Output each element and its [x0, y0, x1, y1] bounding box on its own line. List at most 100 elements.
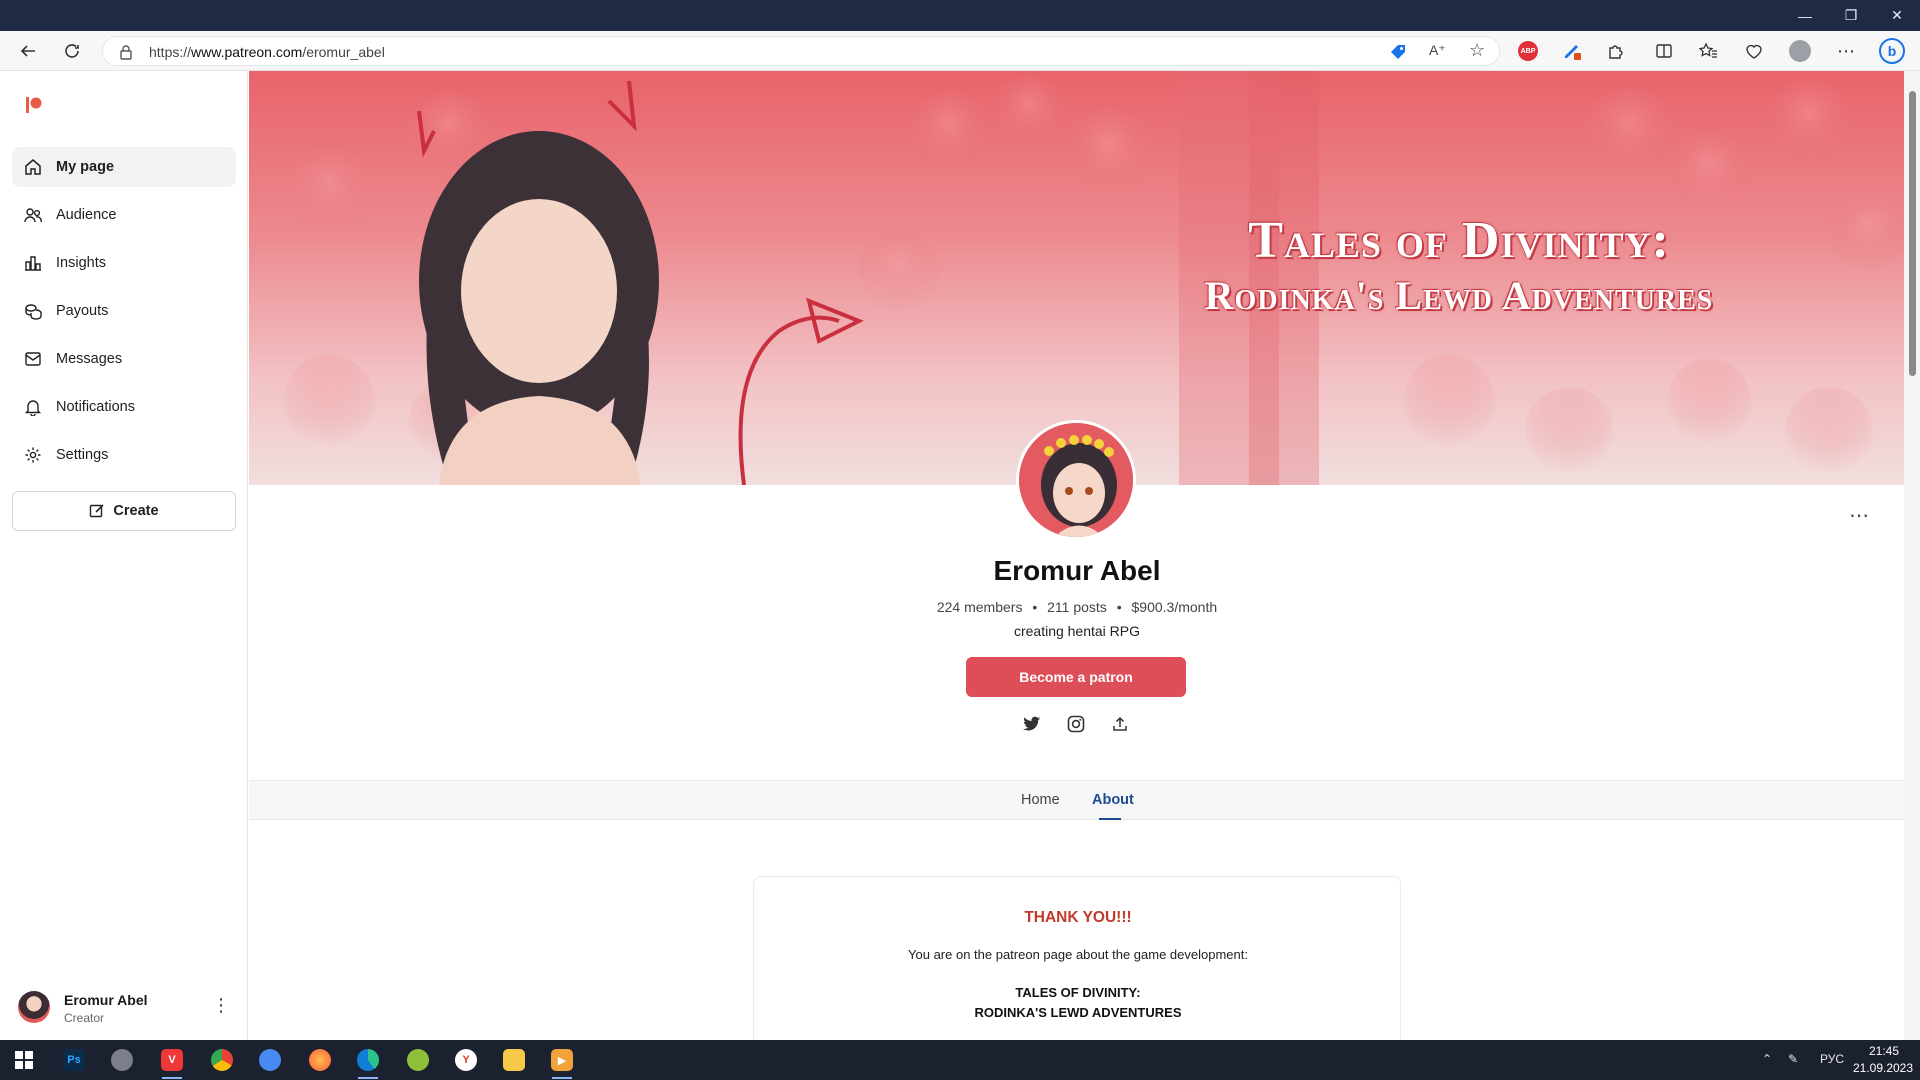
vivaldi-icon[interactable]: V: [152, 1044, 192, 1079]
clock-time[interactable]: 21:45: [1864, 1044, 1904, 1058]
clock-date[interactable]: 21.09.2023: [1848, 1061, 1918, 1075]
active-tab-indicator: [1099, 818, 1121, 820]
extension-pen-icon[interactable]: [1558, 37, 1586, 65]
sidebar-item-label: Settings: [56, 447, 109, 463]
mail-icon: [25, 352, 41, 366]
tray-chevron-icon[interactable]: ⌃: [1762, 1052, 1772, 1066]
edit-icon: [90, 504, 104, 518]
share-icon[interactable]: [1109, 713, 1131, 735]
favorite-star-icon[interactable]: ☆: [1469, 40, 1485, 61]
banner-title-line1: Tales of Divinity:: [1248, 212, 1670, 269]
minimize-button[interactable]: —: [1782, 0, 1828, 31]
sidebar-item-label: My page: [56, 159, 115, 175]
gear-icon: [25, 447, 41, 463]
tag-icon[interactable]: [1389, 43, 1407, 66]
sidebar-item-insights[interactable]: Insights: [12, 243, 236, 283]
coins-icon: [25, 304, 42, 320]
more-options-icon[interactable]: ⋯: [1832, 37, 1860, 65]
windows-start-icon[interactable]: [4, 1044, 44, 1076]
tor-browser-icon[interactable]: [102, 1044, 142, 1076]
creator-avatar[interactable]: [1016, 420, 1136, 540]
about-card: THANK YOU!!! You are on the patreon page…: [753, 876, 1401, 1040]
patreon-logo-icon[interactable]: [26, 97, 42, 113]
app-globe-icon[interactable]: [398, 1044, 438, 1076]
bell-icon: [24, 400, 42, 416]
chrome-icon[interactable]: [202, 1044, 242, 1076]
tab-home[interactable]: Home: [1021, 792, 1060, 808]
creator-sidebar: My page Audience Insights Payouts Messag…: [0, 71, 248, 1040]
about-game-title-line2: RODINKA'S LEWD ADVENTURES: [974, 1005, 1182, 1020]
sidebar-item-label: Notifications: [56, 399, 135, 415]
creator-page: Tales of Divinity: Rodinka's Lewd Advent…: [249, 71, 1904, 1040]
sidebar-item-label: Audience: [56, 207, 117, 223]
page-scrollbar[interactable]: [1904, 71, 1920, 1040]
pen-tray-icon[interactable]: ✎: [1788, 1052, 1798, 1066]
photoshop-icon[interactable]: Ps: [54, 1044, 94, 1076]
firefox-icon[interactable]: [300, 1044, 340, 1076]
user-role: Creator: [64, 1011, 105, 1025]
chromium-icon[interactable]: [250, 1044, 290, 1076]
profile-avatar-icon[interactable]: [1786, 37, 1814, 65]
sidebar-item-payouts[interactable]: Payouts: [12, 291, 236, 331]
members-count: 224 members: [936, 599, 1023, 615]
close-window-button[interactable]: ✕: [1874, 0, 1920, 31]
scroll-thumb[interactable]: [1909, 91, 1916, 376]
sidebar-item-label: Messages: [56, 351, 123, 367]
extensions-puzzle-icon[interactable]: [1602, 37, 1630, 65]
file-explorer-icon[interactable]: [494, 1044, 534, 1076]
tab-about[interactable]: About: [1092, 792, 1134, 808]
sidebar-item-messages[interactable]: Messages: [12, 339, 236, 379]
address-bar[interactable]: https://www.patreon.com/eromur_abel A⁺ ☆: [102, 36, 1500, 66]
language-indicator[interactable]: РУС: [1820, 1052, 1844, 1066]
instagram-icon[interactable]: [1065, 713, 1087, 735]
stat-separator: •: [1116, 599, 1122, 615]
url-text[interactable]: https://www.patreon.com/eromur_abel: [149, 44, 385, 60]
more-options-icon[interactable]: ⋯: [1849, 503, 1870, 528]
banner-title: Tales of Divinity: Rodinka's Lewd Advent…: [1059, 211, 1859, 319]
sidebar-user-card[interactable]: Eromur Abel Creator ⋮: [18, 989, 238, 1033]
create-button-label: Create: [113, 503, 159, 519]
creator-tagline: creating hentai RPG: [1013, 623, 1141, 639]
browser-toolbar: https://www.patreon.com/eromur_abel A⁺ ☆…: [0, 31, 1920, 71]
twitter-icon[interactable]: [1021, 713, 1043, 735]
become-patron-button[interactable]: Become a patron: [966, 657, 1186, 697]
creator-name: Eromur Abel: [993, 555, 1161, 586]
home-icon: [25, 159, 41, 175]
sidebar-item-notifications[interactable]: Notifications: [12, 387, 236, 427]
browser-essentials-icon[interactable]: [1740, 37, 1768, 65]
back-icon[interactable]: [14, 37, 42, 65]
edge-icon[interactable]: [348, 1044, 388, 1079]
sidebar-item-audience[interactable]: Audience: [12, 195, 236, 235]
sidebar-item-settings[interactable]: Settings: [12, 435, 236, 475]
adblock-icon[interactable]: ABP: [1514, 37, 1542, 65]
bing-copilot-icon[interactable]: b: [1878, 37, 1906, 65]
lock-icon[interactable]: [119, 44, 133, 65]
about-heading: THANK YOU!!!: [1024, 909, 1132, 926]
read-aloud-icon[interactable]: A⁺: [1429, 42, 1446, 59]
about-game-title-line1: TALES OF DIVINITY:: [1015, 985, 1141, 1000]
page-tabs: Home About: [249, 780, 1904, 820]
media-player-icon[interactable]: ▶: [542, 1044, 582, 1079]
monthly-earnings: $900.3/month: [1131, 599, 1218, 615]
window-titlebar: — ❐ ✕: [0, 0, 1920, 31]
restore-button[interactable]: ❐: [1828, 0, 1874, 31]
about-intro: You are on the patreon page about the ga…: [908, 947, 1248, 962]
split-screen-icon[interactable]: [1650, 37, 1678, 65]
banner-title-line2: Rodinka's Lewd Adventures: [1204, 273, 1714, 318]
sidebar-item-label: Payouts: [56, 303, 109, 319]
refresh-icon[interactable]: [58, 37, 86, 65]
chart-icon: [25, 256, 41, 271]
creator-stats: 224 members • 211 posts • $900.3/month: [777, 599, 1377, 615]
sidebar-item-label: Insights: [56, 255, 106, 271]
user-name: Eromur Abel: [64, 992, 148, 1008]
yandex-browser-icon[interactable]: Y: [446, 1044, 486, 1076]
people-icon: [24, 208, 42, 223]
posts-count: 211 posts: [1047, 599, 1107, 615]
user-menu-icon[interactable]: ⋮: [212, 995, 230, 1016]
sidebar-item-my-page[interactable]: My page: [12, 147, 236, 187]
stat-separator: •: [1032, 599, 1038, 615]
avatar[interactable]: [18, 991, 50, 1023]
favorites-icon[interactable]: [1694, 37, 1722, 65]
windows-taskbar: Ps V Y ▶ ⌃ ✎ РУС 21:45 21.09.2023: [0, 1040, 1920, 1080]
create-button[interactable]: Create: [12, 491, 236, 531]
